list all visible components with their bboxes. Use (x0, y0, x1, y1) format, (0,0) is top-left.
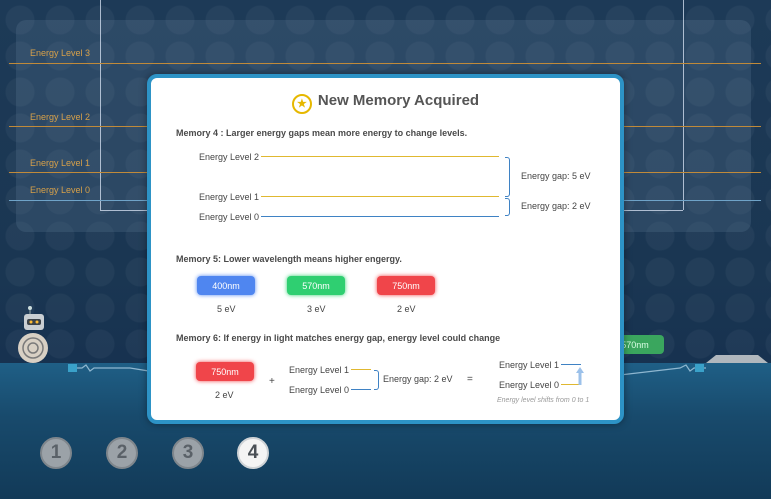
chip-570nm: 570nm (287, 276, 345, 295)
memory-4-heading: Memory 4 : Larger energy gaps mean more … (176, 128, 468, 138)
chip-570nm-energy: 3 eV (307, 304, 326, 314)
memory-modal: ★ New Memory Acquired Memory 4 : Larger e… (147, 74, 624, 424)
energy-level-0-label: Energy Level 0 (30, 185, 91, 195)
modal-title-text: New Memory Acquired (317, 92, 480, 109)
m6-level0-label: Energy Level 0 (289, 385, 350, 395)
equals-sign: = (467, 374, 473, 385)
m6-level1-label: Energy Level 1 (289, 365, 350, 375)
m4-level0-line (261, 216, 499, 217)
energy-level-2-label: Energy Level 2 (30, 112, 91, 122)
energy-level-3-label: Energy Level 3 (30, 48, 91, 58)
m4-gap2-label: Energy gap: 2 eV (521, 201, 591, 211)
m6-result-level1-line (561, 364, 581, 365)
m6-chip-750nm: 750nm (196, 362, 254, 381)
m4-gap5-label: Energy gap: 5 eV (521, 171, 591, 181)
m6-level1-line (351, 369, 371, 370)
memory-3-button[interactable]: 3 (172, 437, 204, 469)
m4-level0-label: Energy Level 0 (199, 212, 260, 222)
m6-level0-line (351, 389, 371, 390)
memory-6-heading: Memory 6: If energy in light matches ene… (176, 333, 501, 343)
chip-750nm-energy: 2 eV (397, 304, 416, 314)
modal-title: ★ New Memory Acquired (151, 92, 620, 114)
m6-result-level1-label: Energy Level 1 (499, 360, 560, 370)
m6-result-level0-label: Energy Level 0 (499, 380, 560, 390)
m6-gap-label: Energy gap: 2 eV (383, 374, 453, 384)
m6-shift-note: Energy level shifts from 0 to 1 (497, 397, 590, 404)
robot-icon[interactable] (16, 306, 50, 366)
diagram-left-border (100, 0, 101, 210)
energy-level-1-label: Energy Level 1 (30, 158, 91, 168)
m4-level2-line (261, 156, 499, 157)
memory-1-button[interactable]: 1 (40, 437, 72, 469)
m6-gap-bracket (374, 370, 379, 390)
m4-level2-label: Energy Level 2 (199, 152, 260, 162)
up-arrow-icon (576, 367, 584, 385)
plus-sign: + (269, 376, 275, 387)
memory-5-heading: Memory 5: Lower wavelength means higher … (176, 254, 402, 264)
chip-400nm: 400nm (197, 276, 255, 295)
chip-750nm: 750nm (377, 276, 435, 295)
energy-level-3-line (9, 63, 761, 64)
star-icon: ★ (291, 94, 312, 114)
m4-gap2-bracket (505, 198, 510, 216)
memory-4-button[interactable]: 4 (237, 437, 269, 469)
m4-level1-label: Energy Level 1 (199, 192, 260, 202)
m4-level1-line (261, 196, 499, 197)
chip-400nm-energy: 5 eV (217, 304, 236, 314)
memory-2-button[interactable]: 2 (106, 437, 138, 469)
diagram-right-border (683, 0, 684, 210)
m4-gap5-bracket (505, 157, 510, 197)
m6-chip-energy: 2 eV (215, 390, 234, 400)
